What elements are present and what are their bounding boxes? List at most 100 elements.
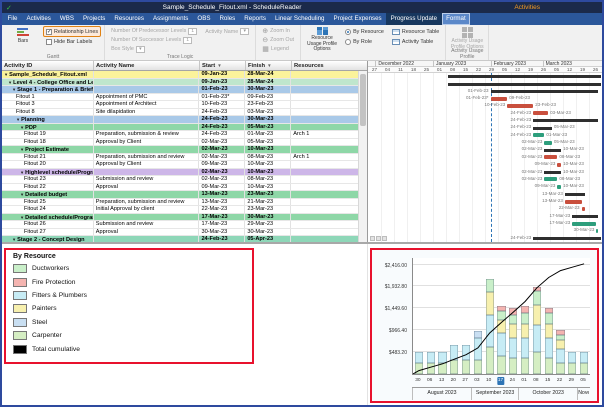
gantt-bar[interactable] (447, 82, 601, 86)
gantt-bar[interactable] (544, 148, 562, 152)
collapse-icon[interactable]: ▼ (12, 237, 16, 242)
table-row[interactable]: ▼Project Estimate 02-Mar-23 10-Mar-23 (2, 146, 358, 154)
table-row[interactable]: Fitout 18 Approval by Client 02-Mar-23 05-M… (2, 138, 358, 147)
table-row[interactable]: ▼Stage 1 - Preparation & Brief 01-Feb-23 3… (2, 86, 358, 94)
scrollbar-thumb[interactable] (360, 74, 366, 126)
tab-format[interactable]: Format (441, 13, 471, 25)
table-row[interactable]: ▼Planning 24-Feb-23 30-Mar-23 (2, 116, 358, 124)
collapse-icon[interactable]: ▼ (20, 215, 24, 220)
by-resource-radio[interactable]: By Resource (343, 27, 386, 36)
gantt-bar[interactable] (564, 199, 582, 204)
collapse-icon[interactable]: ▼ (16, 117, 20, 122)
table-row[interactable]: ▼Detailed budget 13-Mar-23 23-Mar-23 (2, 191, 358, 199)
gantt-bar[interactable] (564, 192, 586, 196)
tab-resources[interactable]: Resources (110, 13, 149, 25)
table-row[interactable]: Fitout 22 Approval 09-Mar-23 10-Mar-23 (2, 183, 358, 192)
table-row[interactable]: ▼Stage 2 - Concept Design 24-Feb-23 05-Apr… (2, 236, 358, 242)
gantt-bar[interactable] (544, 140, 552, 145)
checkbox-checked-icon: ✓ (46, 28, 52, 35)
gantt-bar[interactable] (533, 236, 601, 240)
gantt-bar[interactable] (572, 214, 599, 218)
table-row[interactable]: ▼Sample_Schedule_Fitout.xml 09-Jan-23 28-M… (2, 71, 358, 79)
table-row[interactable]: ▼Detailed schedule/Program 17-Mar-23 30-Ma… (2, 213, 358, 222)
activity-id: Fitout 1 (16, 93, 35, 100)
gantt-bar[interactable] (533, 126, 552, 130)
table-row[interactable]: Fitout 24 Initial Approval by client 22-Ma… (2, 206, 358, 214)
ribbon-tab-bar: File Activities WBS Projects Resources Assign… (2, 13, 602, 25)
table-row[interactable]: ▼Highlevel schedule/Program 02-Mar-23 10-M… (2, 168, 358, 177)
hide-bar-labels-checkbox[interactable]: Hide Bar Labels (44, 37, 100, 46)
gantt-bar[interactable] (507, 103, 534, 108)
column-header-activity-id[interactable]: Activity ID (2, 61, 94, 70)
collapse-icon[interactable]: ▼ (20, 125, 24, 130)
activity-table-toggle[interactable]: Activity Table (390, 37, 441, 46)
column-header-finish[interactable]: Finish ▼ (246, 61, 292, 70)
zoom-out-button[interactable]: ⊖ Zoom Out (260, 36, 296, 44)
activity-name-dropdown[interactable]: Activity Name ▾ (203, 27, 251, 36)
column-header-start[interactable]: Start ▼ (200, 61, 246, 70)
gantt-bar[interactable] (544, 155, 558, 160)
collapse-icon[interactable]: ▼ (20, 192, 24, 197)
table-row[interactable]: Fitout 8 Site dilapidation 24-Feb-23 03-Mar… (2, 108, 358, 117)
activity-id: Detailed budget (25, 192, 68, 198)
gantt-bar[interactable] (490, 89, 599, 93)
tab-activities[interactable]: Activities (22, 13, 55, 25)
tab-projects[interactable]: Projects (79, 13, 110, 25)
box-style-dropdown[interactable]: Box Style ▾ (109, 45, 199, 53)
column-header-resources[interactable]: Resources (292, 61, 359, 70)
gantt-bar[interactable] (533, 133, 545, 138)
tab-reports[interactable]: Reports (240, 13, 271, 25)
collapse-icon[interactable]: ▼ (4, 72, 8, 77)
tab-wbs[interactable]: WBS (55, 13, 78, 25)
tab-project-expenses[interactable]: Project Expenses (329, 13, 386, 25)
gantt-scroll-controls[interactable] (370, 236, 387, 241)
relationship-lines-checkbox[interactable]: ✓ Relationship Lines (42, 26, 102, 37)
table-row[interactable]: Fitout 25 Preparation, submission and rev… (2, 198, 358, 207)
collapse-icon[interactable]: ▼ (20, 170, 24, 175)
tab-linear-scheduling[interactable]: Linear Scheduling (270, 13, 329, 25)
table-row[interactable]: Fitout 20 Approval by Client 09-Mar-23 10-M… (2, 161, 358, 169)
collapse-icon[interactable]: ▼ (12, 87, 16, 92)
column-header-activity-name[interactable]: Activity Name (94, 61, 200, 70)
gantt-bar[interactable] (572, 221, 597, 226)
tab-obs[interactable]: OBS (193, 13, 215, 25)
tab-progress-update[interactable]: Progress Update (386, 13, 442, 25)
resource-usage-profile-options-button[interactable]: Resource Usage Profile Options (305, 27, 339, 53)
predecessor-levels-control[interactable]: Number Of Predecessor Levels 1 (109, 27, 199, 35)
gantt-bar[interactable] (596, 228, 599, 233)
active-view-badge: Activities (514, 4, 540, 11)
gantt-bar[interactable] (533, 119, 599, 123)
tab-roles[interactable]: Roles (215, 13, 240, 25)
gantt-bar[interactable] (544, 170, 562, 174)
table-vertical-scrollbar[interactable] (358, 71, 367, 242)
table-row[interactable]: Fitout 26 Submission and review 17-Mar-23 2… (2, 221, 358, 229)
table-row[interactable]: Fitout 3 Appointment of Architect 10-Feb-2… (2, 101, 358, 109)
table-row[interactable]: Fitout 19 Preparation, submission & revie… (2, 131, 358, 139)
table-row[interactable]: Fitout 21 Preparation, submission and rev… (2, 153, 358, 162)
gantt-bar[interactable] (490, 96, 508, 101)
bars-button[interactable]: Bars (6, 27, 40, 53)
gantt-bar[interactable] (533, 111, 549, 116)
gantt-bar[interactable] (544, 177, 558, 182)
table-row[interactable]: Fitout 1 Appointment of PMC 01-Feb-23* 09-F… (2, 93, 358, 102)
app-check-icon: ✓ (6, 4, 12, 12)
predecessor-levels-value[interactable]: 1 (188, 27, 198, 35)
legend-button[interactable]: ▦ Legend (260, 45, 296, 53)
table-row[interactable]: ▼Level 4 - College Office and Learning C… (2, 78, 358, 87)
by-role-radio[interactable]: By Role (343, 37, 386, 46)
tab-assignments[interactable]: Assignments (148, 13, 192, 25)
table-row[interactable]: Fitout 27 Approval 30-Mar-23 30-Mar-23 (2, 228, 358, 237)
successor-levels-value[interactable]: 1 (183, 36, 193, 44)
zoom-in-button[interactable]: ⊕ Zoom In (260, 27, 296, 35)
table-row[interactable]: ▼PDP 24-Feb-23 05-Mar-23 (2, 123, 358, 132)
table-row[interactable]: Fitout 23 Submission and review 02-Mar-23 0… (2, 176, 358, 184)
gantt-bar[interactable] (557, 184, 562, 189)
collapse-icon[interactable]: ▼ (8, 80, 12, 85)
successor-levels-control[interactable]: Number Of Successor Levels 1 (109, 36, 199, 44)
tab-file[interactable]: File (3, 13, 22, 25)
collapse-icon[interactable]: ▼ (20, 147, 24, 152)
resource-table-toggle[interactable]: Resource Table (390, 27, 441, 36)
gantt-bar[interactable] (581, 206, 586, 211)
gantt-bar[interactable] (447, 75, 601, 79)
gantt-bar[interactable] (557, 162, 562, 167)
